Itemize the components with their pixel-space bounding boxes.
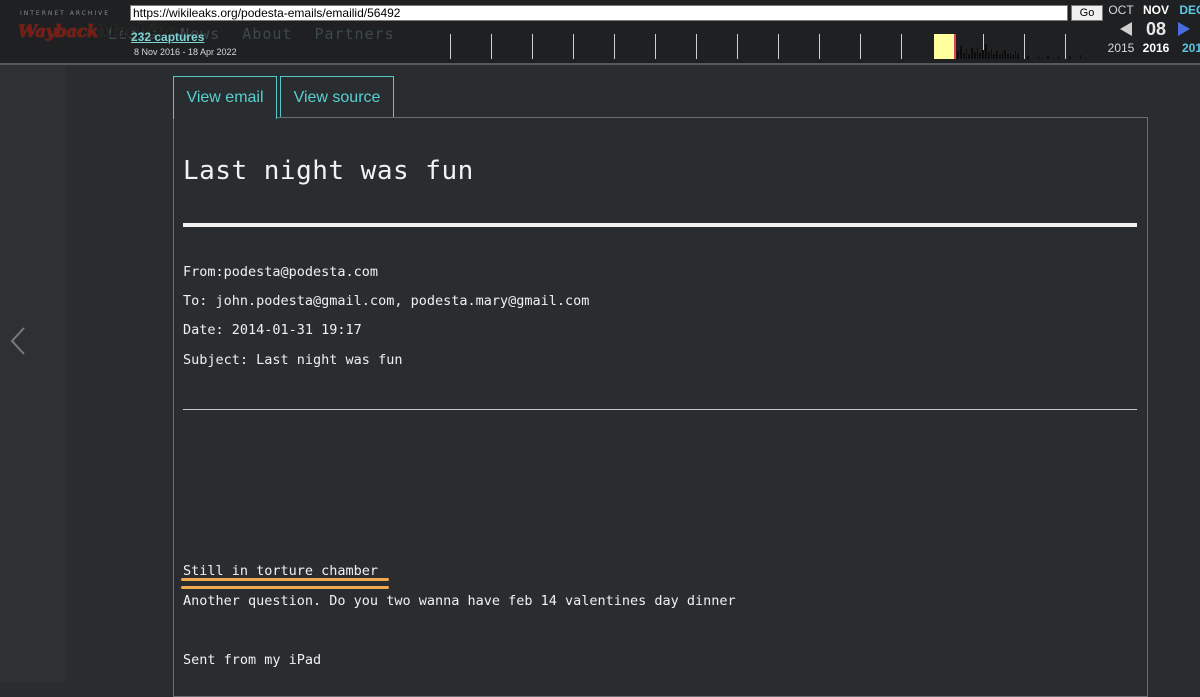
left-gutter [0,65,66,683]
email-title: Last night was fun [183,156,474,186]
prev-arrow-icon[interactable] [1120,22,1132,36]
go-button[interactable]: Go [1071,5,1103,21]
prev-month-label[interactable]: OCT [1101,3,1141,17]
title-divider [183,223,1137,227]
bg-nav-about: About [242,25,293,43]
wayback-toolbar: Leaks News About Partners INTERNET ARCHIVE … [0,0,1200,65]
email-date: Date: 2014-01-31 19:17 [183,322,362,338]
highlight-underline [181,578,389,581]
current-day-label: 08 [1145,19,1167,39]
email-body-line-3: Sent from my iPad [183,652,322,668]
prev-year-label[interactable]: 2015 [1101,41,1141,55]
back-chevron-icon[interactable] [8,325,30,357]
next-month-label[interactable]: DEC [1172,3,1200,17]
tab-view-email[interactable]: View email [173,76,277,119]
captures-link[interactable]: 232 captures [131,30,204,44]
year-dividers [450,34,1066,59]
highlight-underline-lower [181,586,389,589]
capture-sparkline[interactable] [450,34,1095,59]
next-year-label[interactable]: 201 [1172,41,1200,55]
current-month-label: NOV [1142,3,1169,17]
email-from: From:podesta@podesta.com [183,264,379,280]
email-subject: Subject: Last night was fun [183,352,403,368]
current-year-label: 2016 [1142,41,1170,55]
header-divider [183,409,1137,410]
capture-range: 8 Nov 2016 - 18 Apr 2022 [134,47,237,57]
email-body-line-1: Still in torture chamber [183,563,379,579]
wayback-url-input[interactable]: https://wikileaks.org/podesta-emails/ema… [130,5,1068,21]
capture-bars [957,44,1081,59]
wayback-logo[interactable]: INTERNET ARCHIVE WaybackMachine [10,4,177,58]
bg-nav-partners: Partners [314,25,395,43]
next-arrow-icon[interactable] [1178,22,1190,36]
current-capture-marker [954,34,956,59]
tab-view-source[interactable]: View source [280,76,394,118]
email-body-line-2: Another question. Do you two wanna have … [183,593,736,609]
logo-caption: INTERNET ARCHIVE [20,10,111,17]
calendar-current-month: NOV 08 2016 [1136,0,1176,55]
email-to: To: john.podesta@gmail.com, podesta.mary… [183,293,590,309]
selected-year-highlight [934,34,954,59]
email-panel [173,117,1148,697]
